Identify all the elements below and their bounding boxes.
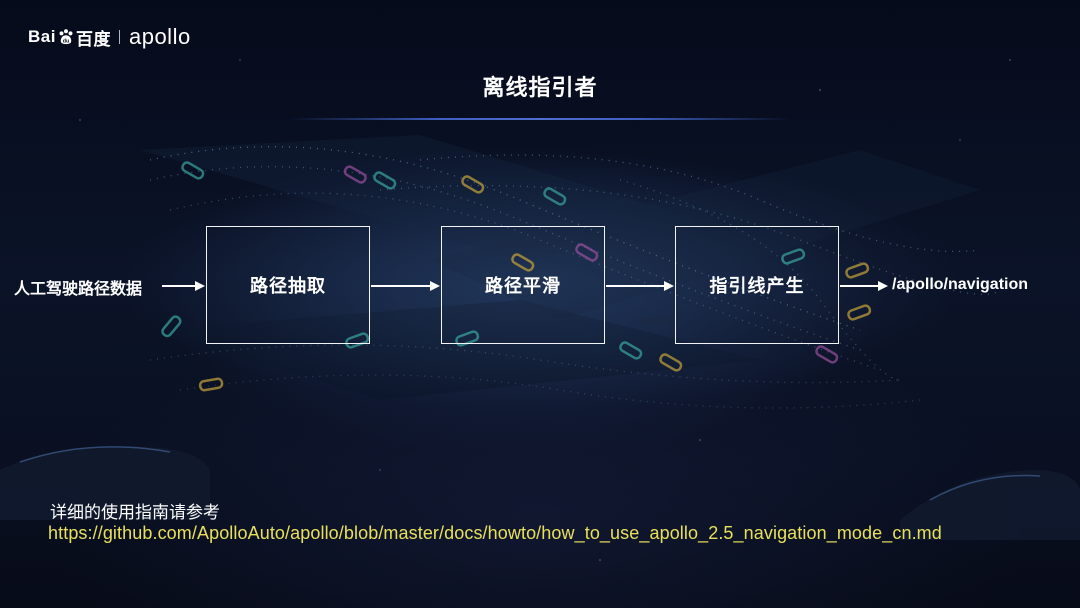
guide-reference-label: 详细的使用指南请参考 <box>50 503 220 523</box>
slide: Bai du 百度 apollo 离线指引者 人工驾驶路径数据 路径抽取 路径平… <box>0 0 1080 608</box>
guide-reference-link[interactable]: https://github.com/ApolloAuto/apollo/blo… <box>48 523 942 544</box>
